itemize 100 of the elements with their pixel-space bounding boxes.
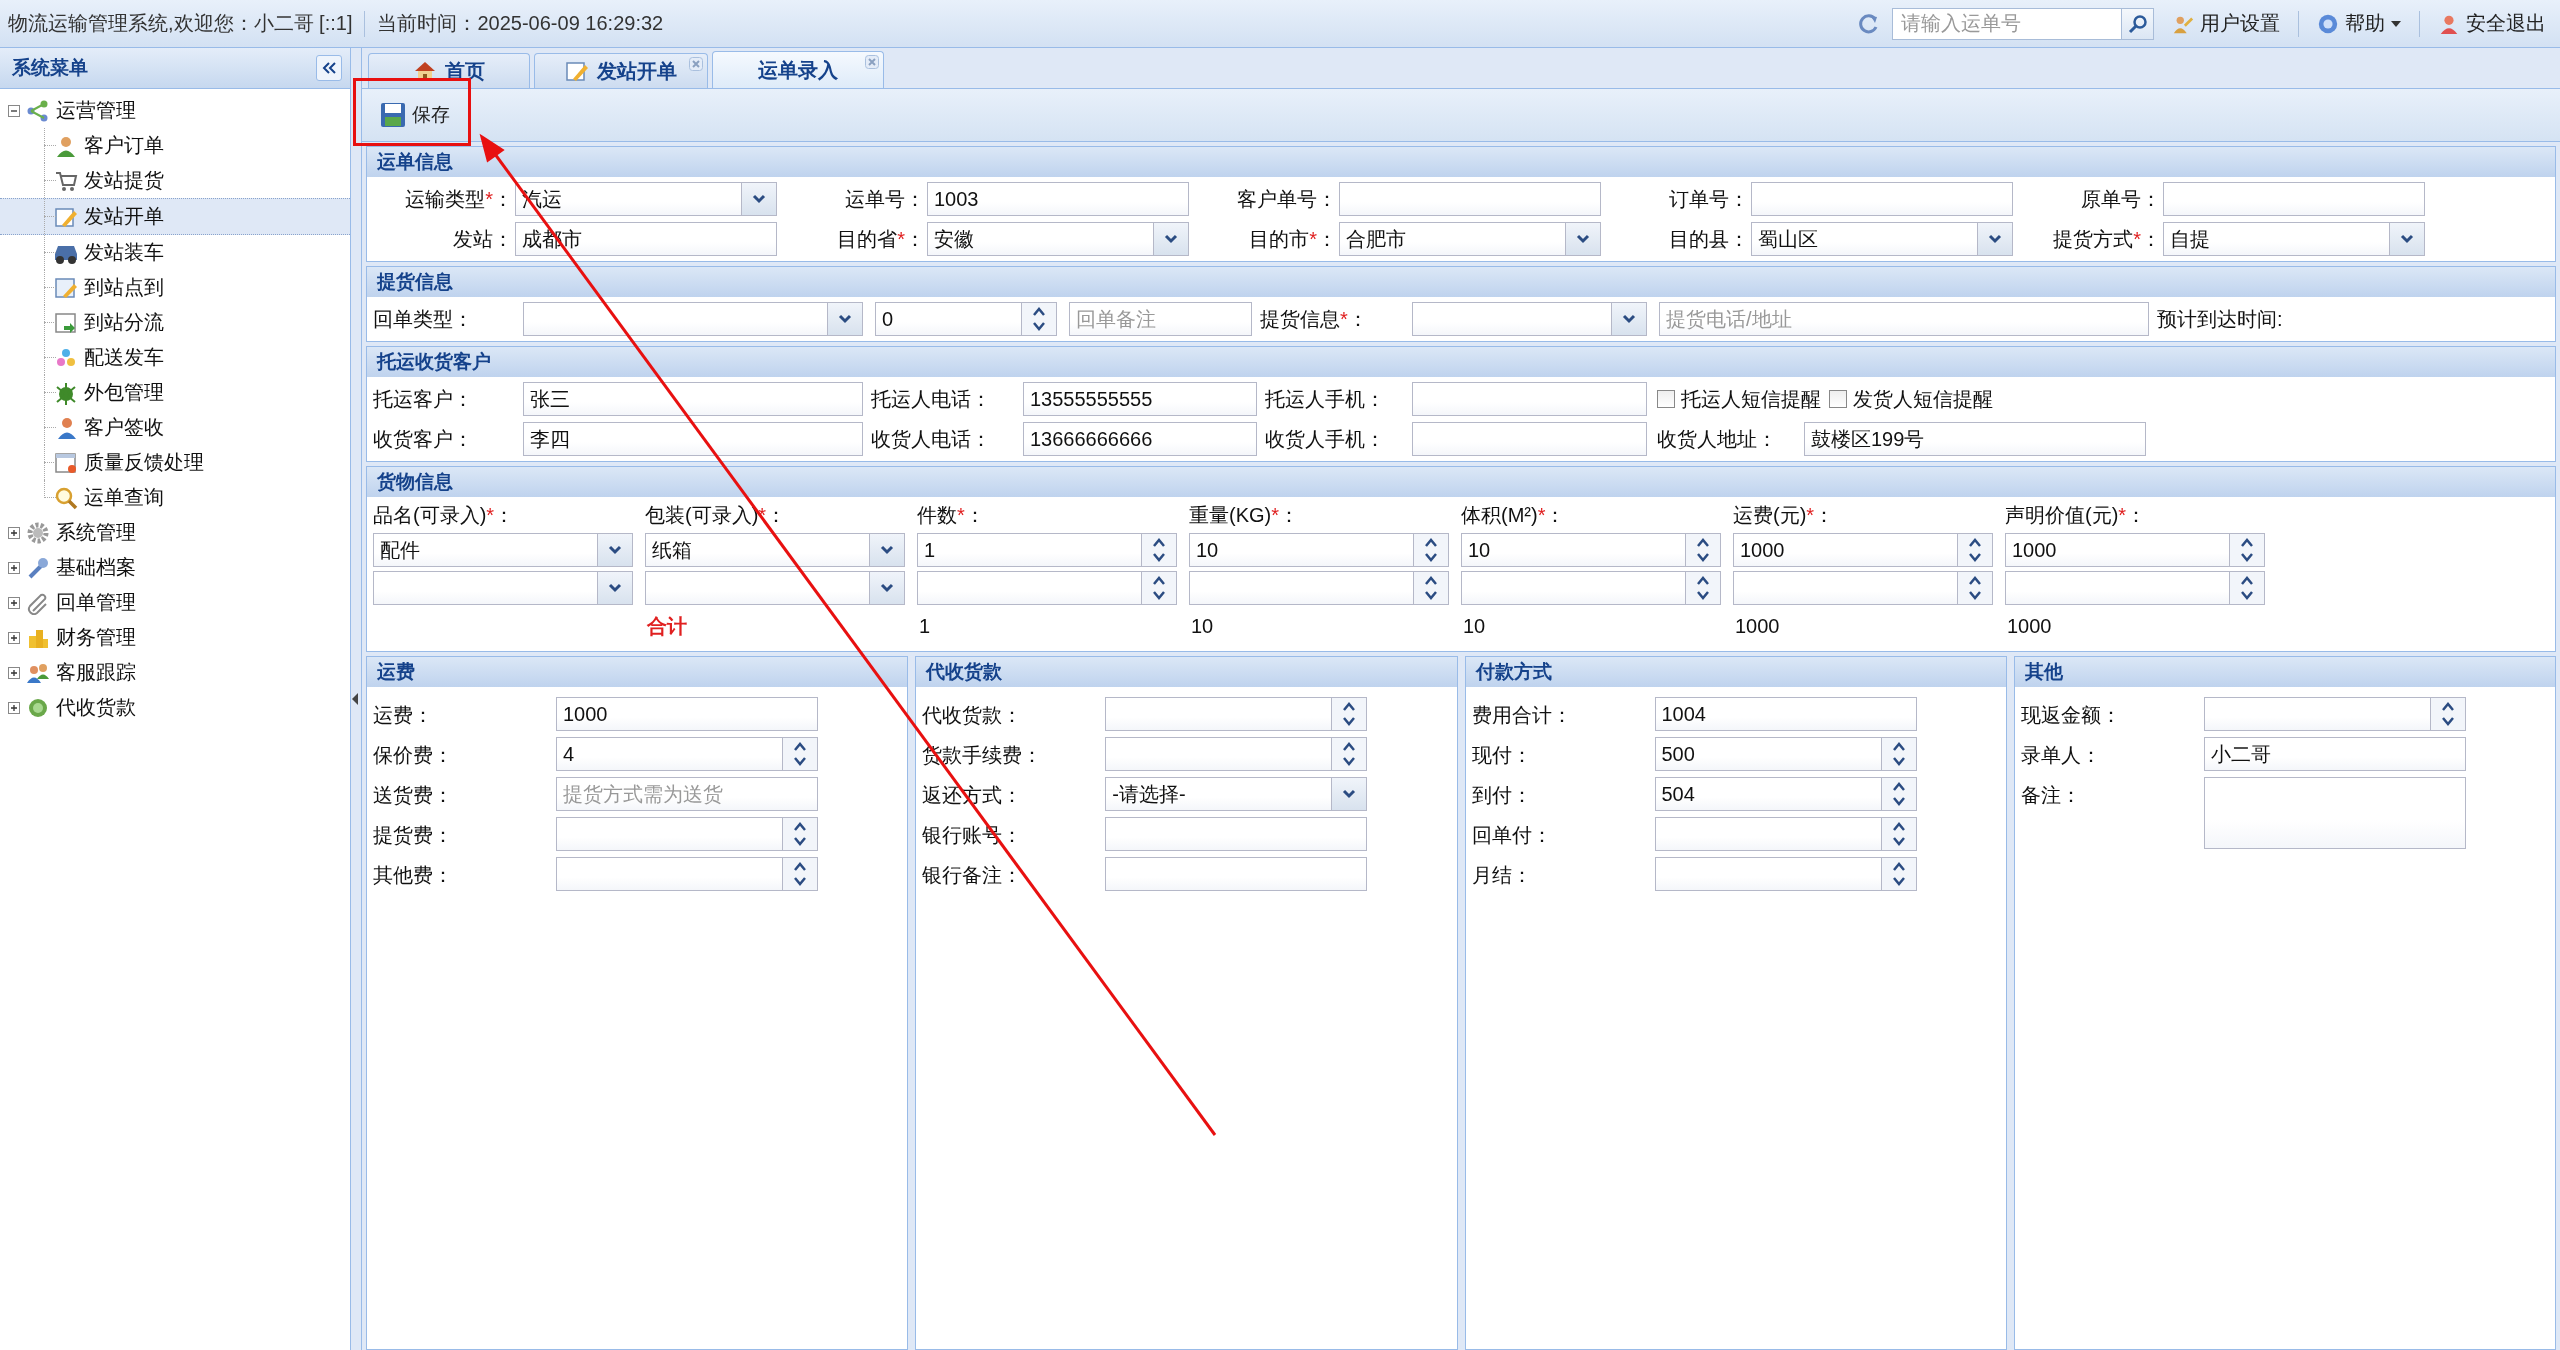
field-label: 发站： [452, 226, 513, 252]
checkbox[interactable] [1829, 390, 1847, 408]
dropdown-field[interactable]: 安徽 [927, 222, 1189, 256]
network-icon [26, 98, 50, 123]
number-field[interactable]: 1000 [2005, 533, 2265, 567]
field-label: 代收货款： [922, 703, 1024, 728]
number-field[interactable] [556, 857, 818, 891]
tree-item[interactable]: 发站装车 [0, 235, 350, 270]
number-field[interactable] [2005, 571, 2265, 605]
number-field[interactable] [1733, 571, 1993, 605]
field-label: 目的县： [1668, 226, 1749, 252]
number-field[interactable] [1654, 857, 1917, 891]
input-field[interactable] [1105, 857, 1368, 891]
dropdown-field[interactable] [1412, 302, 1647, 336]
tree-item[interactable]: 客户订单 [0, 128, 350, 163]
tree-item[interactable]: 回单管理 [0, 585, 350, 620]
total-value: 10 [1463, 614, 1486, 638]
number-field[interactable] [1105, 737, 1368, 771]
number-field[interactable]: 0 [875, 302, 1057, 336]
header-link[interactable]: 用户设置 [2166, 10, 2286, 37]
input-field[interactable]: 鼓楼区199号 [1804, 422, 2146, 456]
field-label: 月结： [1471, 863, 1533, 888]
dropdown-field[interactable]: 自提 [2163, 222, 2425, 256]
tree-item[interactable]: 到站分流 [0, 305, 350, 340]
tree-item[interactable]: 客服跟踪 [0, 655, 350, 690]
field-label: 银行备注： [922, 863, 1024, 888]
tree-item[interactable]: 财务管理 [0, 620, 350, 655]
input-field[interactable]: 小二哥 [2203, 737, 2466, 771]
number-field[interactable] [1189, 571, 1449, 605]
dropdown-field[interactable]: 合肥市 [1339, 222, 1601, 256]
number-field[interactable] [556, 817, 818, 851]
tab[interactable]: 发站开单 [534, 53, 708, 88]
dropdown-field[interactable]: 配件 [373, 533, 633, 567]
collapse-arrow-icon[interactable] [351, 693, 359, 705]
document-icon [54, 450, 78, 475]
tree-item[interactable]: 客户签收 [0, 410, 350, 445]
tree-item[interactable]: 基础档案 [0, 550, 350, 585]
tree-item[interactable]: 系统管理 [0, 515, 350, 550]
dropdown-field[interactable] [645, 571, 905, 605]
expand-icon[interactable] [8, 701, 20, 714]
input-field[interactable] [1339, 182, 1601, 216]
save-button[interactable]: 保存 [372, 97, 458, 133]
number-field[interactable]: 504 [1654, 777, 1917, 811]
expand-icon[interactable] [8, 631, 20, 644]
input-field[interactable] [1751, 182, 2013, 216]
dropdown-field[interactable] [523, 302, 863, 336]
dropdown-field[interactable]: 纸箱 [645, 533, 905, 567]
tree-item[interactable]: 配送发车 [0, 340, 350, 375]
tree-item[interactable]: 质量反馈处理 [0, 445, 350, 480]
input-field[interactable]: 1000 [556, 697, 818, 731]
field-label: 托运人手机： [1265, 386, 1386, 412]
number-field[interactable] [1105, 697, 1368, 731]
input-field[interactable]: 13555555555 [1023, 382, 1257, 416]
header-link[interactable]: 安全退出 [2432, 10, 2552, 37]
dropdown-field[interactable]: 蜀山区 [1751, 222, 2013, 256]
expand-icon[interactable] [8, 666, 20, 679]
field-label: 品名(可录入)*： [373, 503, 515, 528]
collapse-button[interactable] [316, 55, 342, 81]
dropdown-field[interactable] [373, 571, 633, 605]
field-label: 原单号： [2080, 186, 2161, 212]
number-field[interactable]: 1000 [1733, 533, 1993, 567]
dropdown-field[interactable]: -请选择- [1105, 777, 1368, 811]
tree-item[interactable]: 到站点到 [0, 270, 350, 305]
number-field[interactable]: 500 [1654, 737, 1917, 771]
tree-item[interactable]: 外包管理 [0, 375, 350, 410]
number-field[interactable]: 4 [556, 737, 818, 771]
number-field[interactable] [1654, 817, 1917, 851]
input-field[interactable]: 张三 [523, 382, 863, 416]
tree-item[interactable]: 运营管理 [0, 93, 350, 128]
input-field[interactable] [2163, 182, 2425, 216]
checkbox[interactable] [1657, 390, 1675, 408]
chevron-icon [2400, 234, 2414, 244]
input-field[interactable] [1105, 817, 1368, 851]
number-field[interactable] [917, 571, 1177, 605]
number-field[interactable]: 10 [1189, 533, 1449, 567]
input-field[interactable] [1412, 422, 1647, 456]
field-label: 收货人电话： [871, 426, 992, 452]
input-field[interactable]: 13666666666 [1023, 422, 1257, 456]
chevron-icon [880, 545, 894, 555]
tree-item[interactable]: 运单查询 [0, 480, 350, 515]
expand-icon[interactable] [8, 561, 20, 574]
tree-item[interactable]: 发站开单 [0, 198, 350, 235]
header-link[interactable]: 帮助 [2311, 10, 2407, 37]
number-field[interactable]: 10 [1461, 533, 1721, 567]
expand-icon[interactable] [8, 526, 20, 539]
number-field[interactable] [1461, 571, 1721, 605]
refresh-icon[interactable] [1858, 12, 1880, 35]
input-field[interactable]: 1003 [927, 182, 1189, 216]
tab[interactable]: 运单录入 [712, 51, 884, 88]
field-label: 运单号： [844, 186, 925, 212]
input-field[interactable]: 1004 [1654, 697, 1917, 731]
input-field[interactable]: 李四 [523, 422, 863, 456]
search-button[interactable] [2122, 7, 2154, 40]
expand-icon[interactable] [8, 596, 20, 609]
number-field[interactable] [2203, 697, 2466, 731]
section-header: 托运收货客户 [367, 347, 2555, 377]
tree-item[interactable]: 代收货款 [0, 690, 350, 725]
number-field[interactable]: 1 [917, 533, 1177, 567]
collapse-icon[interactable] [8, 104, 20, 117]
input-field[interactable] [1412, 382, 1647, 416]
